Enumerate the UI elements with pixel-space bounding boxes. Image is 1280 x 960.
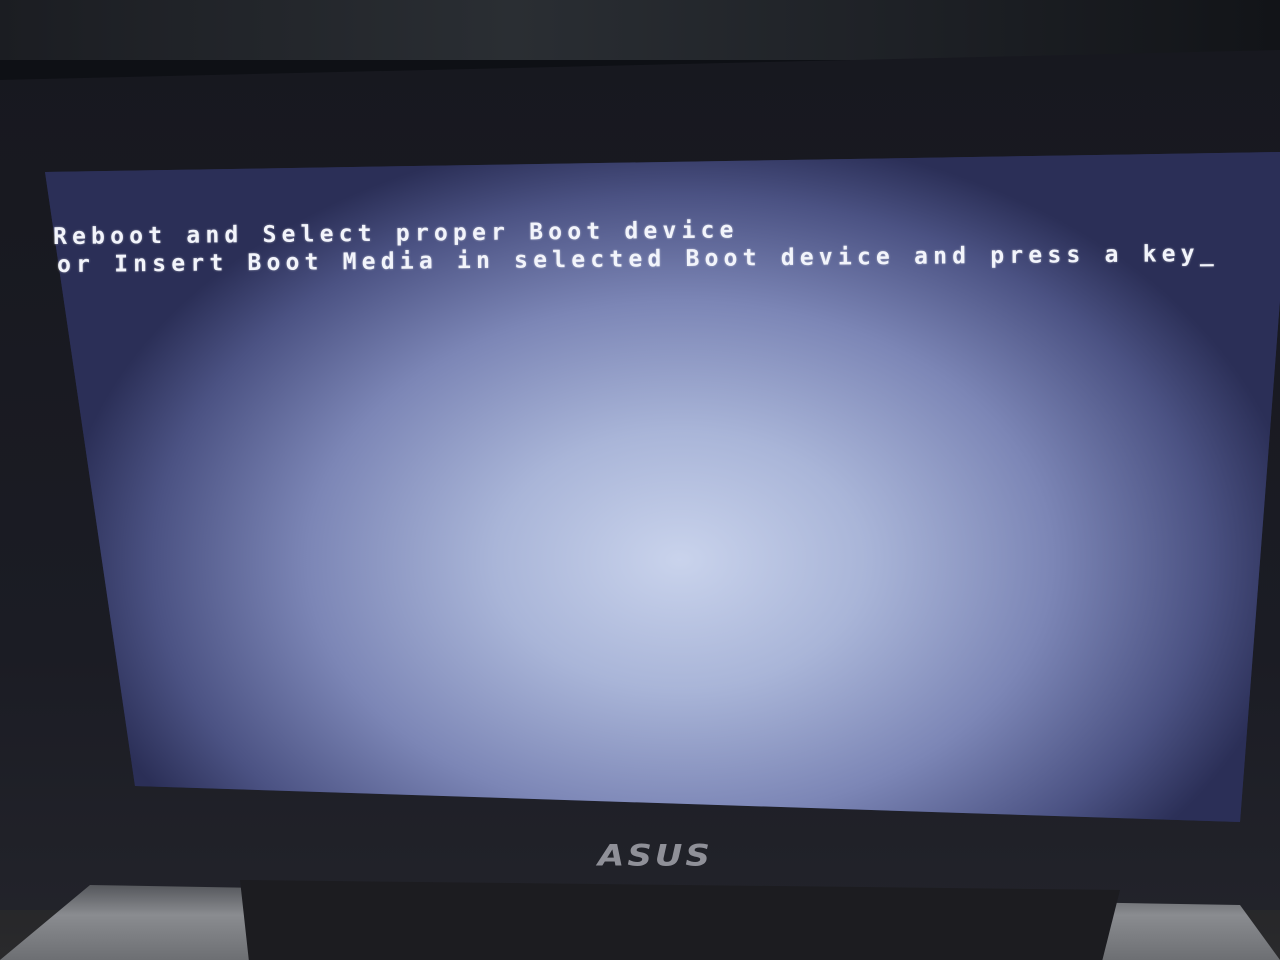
laptop-hinge xyxy=(240,880,1120,960)
background-room xyxy=(0,0,1280,60)
asus-logo: ASUS xyxy=(598,839,713,873)
text-cursor: _ xyxy=(1199,240,1219,268)
